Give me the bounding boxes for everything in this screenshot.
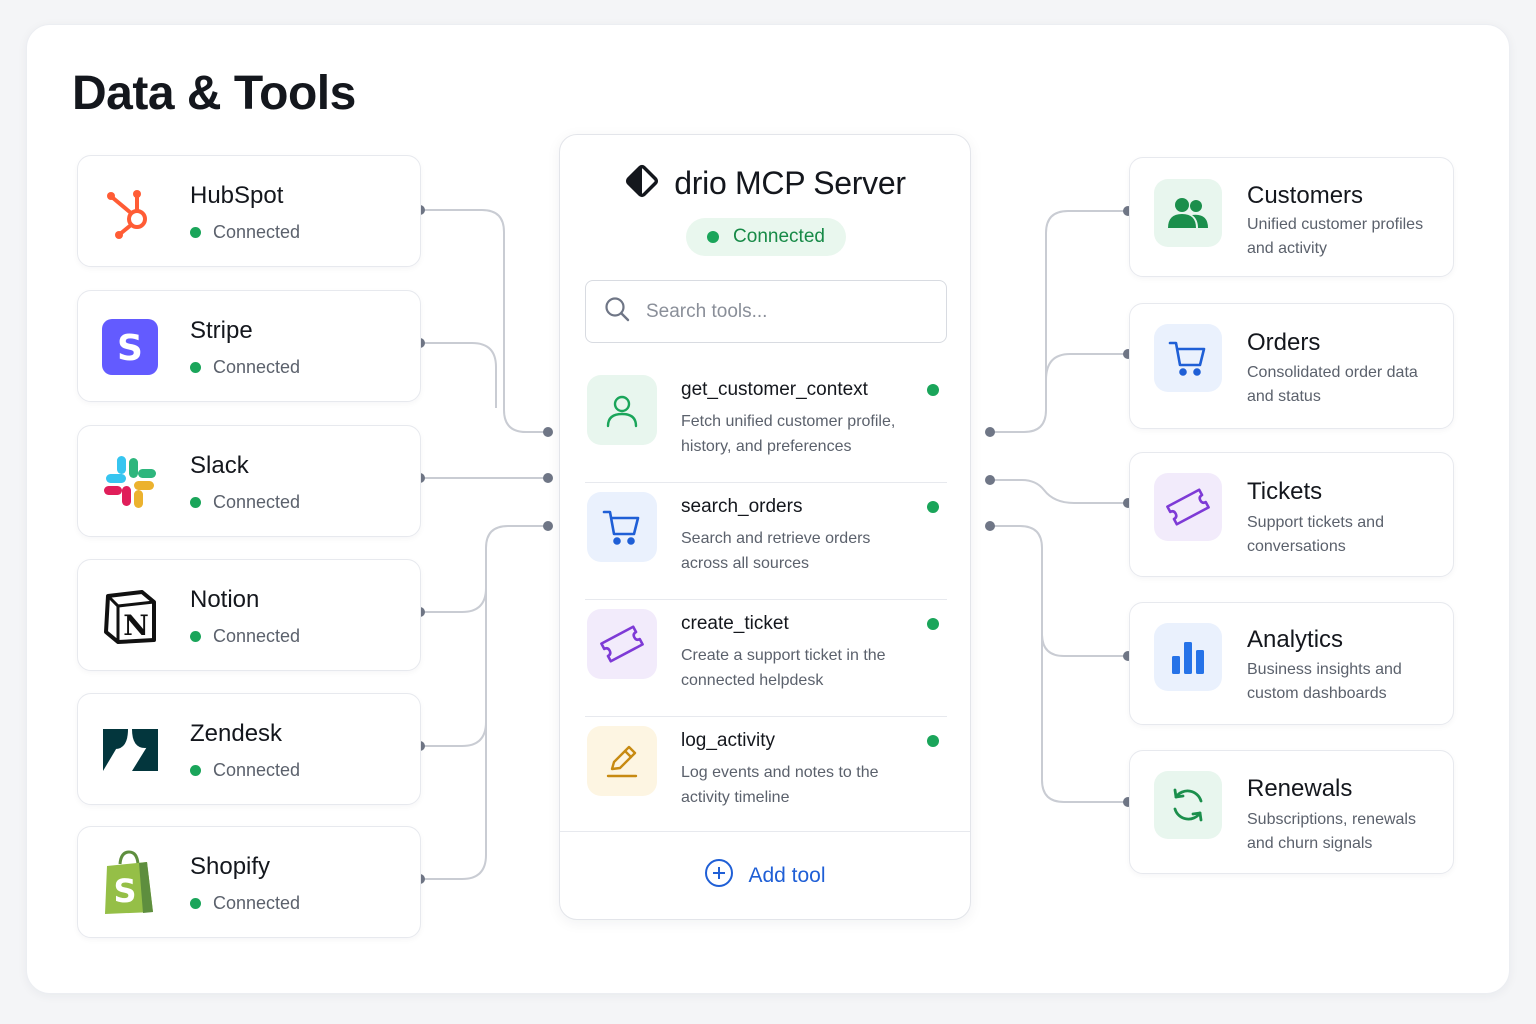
tool-name: get_customer_context — [681, 379, 868, 400]
source-status: Connected — [190, 893, 300, 914]
destination-description: Subscriptions, renewals and churn signal… — [1247, 811, 1416, 852]
tool-row-get-customer-context[interactable]: get_customer_context Fetch unified custo… — [585, 367, 947, 483]
mcp-server-card: drio MCP Server Connected get_customer_c… — [559, 134, 971, 920]
tool-description: Search and retrieve orders across all so… — [681, 530, 871, 572]
search-tools-input[interactable] — [646, 300, 926, 323]
source-status: Connected — [190, 357, 300, 378]
status-dot — [190, 898, 201, 909]
destination-card-renewals[interactable]: Renewals Subscriptions, renewals and chu… — [1129, 750, 1454, 874]
svg-text:N: N — [123, 609, 149, 642]
source-name: Slack — [190, 452, 249, 479]
tool-name: search_orders — [681, 496, 803, 517]
tool-status-dot — [927, 501, 939, 513]
search-tools-box[interactable] — [585, 280, 947, 343]
status-label: Connected — [213, 893, 301, 913]
destination-card-customers[interactable]: Customers Unified customer profiles and … — [1129, 157, 1454, 277]
tool-status-dot — [927, 384, 939, 396]
source-card-shopify[interactable]: S Shopify Connected — [77, 826, 421, 938]
drio-logo-icon — [624, 163, 660, 204]
notion-icon: N — [100, 586, 160, 646]
source-card-slack[interactable]: Slack Connected — [77, 425, 421, 537]
status-label: Connected — [213, 357, 301, 377]
source-name: HubSpot — [190, 182, 284, 209]
svg-text:S: S — [117, 328, 143, 369]
cart-icon — [587, 492, 657, 562]
source-name: Shopify — [190, 853, 271, 880]
destination-card-analytics[interactable]: Analytics Business insights and custom d… — [1129, 602, 1454, 725]
ticket-icon — [587, 609, 657, 679]
destination-name: Customers — [1247, 182, 1364, 209]
add-tool-button[interactable]: Add tool — [560, 831, 970, 919]
search-icon — [604, 296, 630, 327]
source-name: Notion — [190, 586, 260, 613]
server-header: drio MCP Server — [560, 163, 970, 204]
add-tool-label: Add tool — [748, 863, 826, 887]
users-icon — [1154, 179, 1222, 247]
tool-name: create_ticket — [681, 613, 789, 634]
source-status: Connected — [190, 760, 300, 781]
tool-description: Log events and notes to the activity tim… — [681, 764, 879, 806]
status-label: Connected — [213, 760, 301, 780]
server-status-badge: Connected — [686, 218, 846, 256]
server-title: drio MCP Server — [674, 165, 906, 201]
refresh-icon — [1154, 771, 1222, 839]
source-card-notion[interactable]: N Notion Connected — [77, 559, 421, 671]
destination-card-tickets[interactable]: Tickets Support tickets and conversation… — [1129, 452, 1454, 577]
pencil-icon — [587, 726, 657, 796]
destination-card-orders[interactable]: Orders Consolidated order data and statu… — [1129, 303, 1454, 429]
bar-chart-icon — [1154, 623, 1222, 691]
destination-description: Support tickets and conversations — [1247, 514, 1384, 555]
tool-name: log_activity — [681, 730, 775, 751]
tool-status-dot — [927, 735, 939, 747]
destination-name: Renewals — [1247, 775, 1353, 802]
source-card-zendesk[interactable]: Zendesk Connected — [77, 693, 421, 805]
destination-name: Analytics — [1247, 626, 1344, 653]
svg-text:S: S — [113, 872, 136, 910]
source-status: Connected — [190, 222, 300, 243]
status-label: Connected — [213, 626, 301, 646]
user-icon — [587, 375, 657, 445]
source-status: Connected — [190, 626, 300, 647]
source-name: Zendesk — [190, 720, 283, 747]
tool-description: Create a support ticket in the connected… — [681, 647, 886, 689]
source-status: Connected — [190, 492, 300, 513]
tool-status-dot — [927, 618, 939, 630]
status-dot — [190, 497, 201, 508]
status-dot — [190, 765, 201, 776]
slack-icon — [100, 452, 160, 512]
stripe-icon: S — [100, 317, 160, 377]
ticket-icon — [1154, 473, 1222, 541]
tool-row-log-activity[interactable]: log_activity Log events and notes to the… — [585, 718, 947, 834]
tool-row-search-orders[interactable]: search_orders Search and retrieve orders… — [585, 484, 947, 600]
status-label: Connected — [213, 492, 301, 512]
destination-name: Tickets — [1247, 478, 1323, 505]
page-title: Data & Tools — [72, 67, 356, 120]
tool-description: Fetch unified customer profile, history,… — [681, 413, 896, 455]
destination-description: Unified customer profiles and activity — [1247, 216, 1424, 257]
shopify-icon: S — [100, 850, 160, 914]
cart-icon — [1154, 324, 1222, 392]
status-dot — [707, 231, 720, 243]
source-card-stripe[interactable]: S Stripe Connected — [77, 290, 421, 402]
hubspot-icon — [100, 182, 160, 242]
source-card-hubspot[interactable]: HubSpot Connected — [77, 155, 421, 267]
status-label: Connected — [733, 226, 825, 247]
destination-name: Orders — [1247, 329, 1321, 356]
status-label: Connected — [213, 222, 301, 242]
tool-row-create-ticket[interactable]: create_ticket Create a support ticket in… — [585, 601, 947, 717]
zendesk-icon — [100, 720, 160, 780]
destination-description: Business insights and custom dashboards — [1247, 661, 1402, 702]
source-name: Stripe — [190, 317, 253, 344]
status-dot — [190, 227, 201, 238]
plus-circle-icon — [704, 858, 734, 894]
status-dot — [190, 631, 201, 642]
status-dot — [190, 362, 201, 373]
destination-description: Consolidated order data and status — [1247, 364, 1418, 405]
